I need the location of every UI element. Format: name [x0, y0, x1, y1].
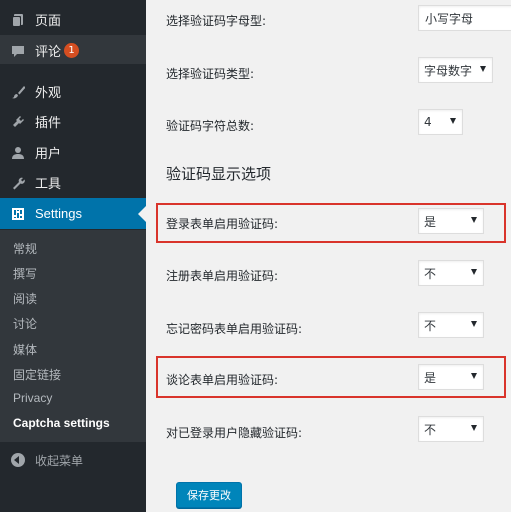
hide-for-logged-in-select[interactable]: 不 [418, 416, 484, 442]
login-form-captcha-value: 是 [424, 214, 437, 229]
menu-item-label: Settings [35, 206, 82, 221]
menu-item-tools[interactable]: 工具 [0, 167, 146, 198]
users-icon [11, 146, 25, 160]
lost-password-captcha-label: 忘记密码表单启用验证码: [166, 322, 303, 336]
comments-count-badge: 1 [64, 43, 80, 58]
letter-case-value: 小写字母 [425, 11, 474, 26]
tools-wrench-icon [11, 176, 25, 190]
menu-item-users[interactable]: 用户 [0, 137, 146, 168]
submenu-item-privacy[interactable]: Privacy [13, 391, 52, 405]
chevron-down-icon [471, 217, 477, 223]
collapse-menu-label: 收起菜单 [35, 453, 84, 468]
menu-item-comments[interactable]: 评论 1 [0, 35, 146, 66]
hide-for-logged-in-label: 对已登录用户隐藏验证码: [166, 426, 303, 440]
chevron-down-icon [450, 118, 456, 124]
settings-icon [11, 207, 25, 221]
menu-item-label: 页面 [35, 14, 62, 29]
submenu-item-writing[interactable]: 撰写 [13, 265, 37, 282]
register-form-captcha-select[interactable]: 不 [418, 260, 484, 286]
menu-item-label: 用户 [35, 147, 62, 162]
login-form-captcha-select[interactable]: 是 [418, 208, 484, 234]
submenu-item-media[interactable]: 媒体 [13, 341, 37, 358]
char-count-select[interactable]: 4 [418, 109, 463, 135]
menu-separator [0, 64, 146, 72]
letter-case-input[interactable]: 小写字母 [418, 5, 511, 31]
plugins-icon [11, 115, 25, 129]
register-form-captcha-value: 不 [424, 266, 437, 281]
comment-form-captcha-value: 是 [424, 370, 437, 385]
hide-for-logged-in-value: 不 [424, 422, 437, 437]
captcha-type-label: 选择验证码类型: [166, 67, 255, 81]
chevron-down-icon [471, 321, 477, 327]
comment-form-captcha-select[interactable]: 是 [418, 364, 484, 390]
section-title: 验证码显示选项 [166, 165, 272, 183]
chevron-down-icon [471, 373, 477, 379]
appearance-brush-icon [11, 85, 25, 99]
pages-icon [11, 13, 25, 27]
char-count-value: 4 [424, 115, 432, 129]
menu-item-settings[interactable]: Settings [0, 198, 146, 229]
letter-case-label: 选择验证码字母型: [166, 14, 267, 28]
chevron-down-icon [471, 425, 477, 431]
submenu-item-discussion[interactable]: 讨论 [13, 315, 37, 332]
chevron-down-icon [480, 66, 486, 72]
admin-sidebar: 页面 评论 1 外观 插件 用户 工具 Settings 常规 撰写 阅读 讨论… [0, 0, 146, 512]
submenu-item-captcha-settings[interactable]: Captcha settings [13, 416, 110, 430]
chevron-down-icon [471, 269, 477, 275]
menu-item-label: 外观 [35, 86, 62, 101]
save-changes-button[interactable]: 保存更改 [176, 482, 242, 508]
menu-item-label: 工具 [35, 177, 62, 192]
menu-item-pages[interactable]: 页面 [0, 4, 146, 35]
captcha-type-value: 字母数字 [424, 63, 473, 78]
menu-item-label: 评论 [35, 45, 62, 60]
captcha-settings-form: 选择验证码字母型: 小写字母 选择验证码类型: 字母数字 验证码字符总数: 4 … [146, 0, 511, 512]
comments-icon [11, 44, 25, 58]
register-form-captcha-label: 注册表单启用验证码: [166, 269, 279, 283]
menu-item-label: 插件 [35, 116, 62, 131]
submenu-item-permalinks[interactable]: 固定链接 [13, 366, 61, 383]
submenu-item-reading[interactable]: 阅读 [13, 290, 37, 307]
comment-form-captcha-label: 谈论表单启用验证码: [166, 373, 279, 387]
lost-password-captcha-value: 不 [424, 318, 437, 333]
menu-item-appearance[interactable]: 外观 [0, 76, 146, 107]
submenu-item-general[interactable]: 常规 [13, 240, 37, 257]
current-menu-arrow [138, 206, 146, 222]
char-count-label: 验证码字符总数: [166, 119, 255, 133]
login-form-captcha-label: 登录表单启用验证码: [166, 217, 279, 231]
menu-item-plugins[interactable]: 插件 [0, 106, 146, 137]
captcha-type-select[interactable]: 字母数字 [418, 57, 493, 83]
lost-password-captcha-select[interactable]: 不 [418, 312, 484, 338]
settings-submenu: 常规 撰写 阅读 讨论 媒体 固定链接 Privacy Captcha sett… [0, 230, 146, 442]
collapse-menu-button[interactable]: 收起菜单 [0, 447, 146, 473]
collapse-arrow-icon [11, 453, 25, 467]
